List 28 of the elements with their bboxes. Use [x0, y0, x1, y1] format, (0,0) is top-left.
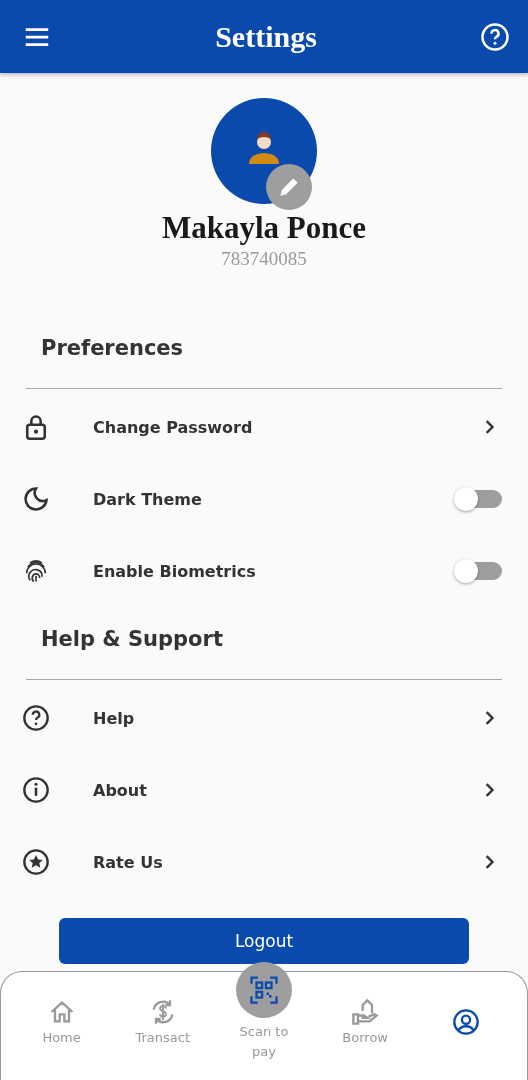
- screen-title: Settings: [215, 19, 317, 54]
- nav-label: Home: [42, 1030, 81, 1045]
- help-icon: [22, 704, 50, 732]
- setting-label: Enable Biometrics: [93, 561, 257, 581]
- info-icon: [22, 776, 50, 804]
- nav-tab[interactable]: Home: [16, 972, 107, 1080]
- profile-icon: [452, 1008, 481, 1036]
- help-icon[interactable]: [480, 21, 510, 52]
- user-name: Makayla Ponce: [161, 210, 367, 246]
- setting-label: Rate Us: [93, 852, 164, 872]
- section-heading: Preferences: [41, 336, 185, 362]
- moon-icon: [22, 485, 50, 513]
- nav-label: Scan to pay: [238, 1023, 290, 1061]
- section-heading: Help & Support: [41, 627, 224, 653]
- nav-item[interactable]: Scan to pay: [218, 962, 309, 1080]
- nav-label: Transact: [135, 1030, 191, 1045]
- account-number: 783740085: [221, 248, 307, 270]
- nav-tab[interactable]: Transact: [117, 972, 208, 1080]
- nav-label: Borrow: [342, 1030, 388, 1045]
- edit-photo-button[interactable]: [266, 164, 312, 210]
- setting-label: About: [93, 780, 148, 800]
- setting-label: Help: [93, 708, 136, 728]
- hand-house-icon: [351, 998, 380, 1026]
- nav-tab[interactable]: Borrow: [320, 972, 411, 1080]
- setting-label: Change Password: [93, 417, 254, 437]
- qr-code-icon: [248, 975, 279, 1005]
- logout-button[interactable]: Logout: [59, 918, 469, 964]
- setting-label: Dark Theme: [93, 489, 203, 509]
